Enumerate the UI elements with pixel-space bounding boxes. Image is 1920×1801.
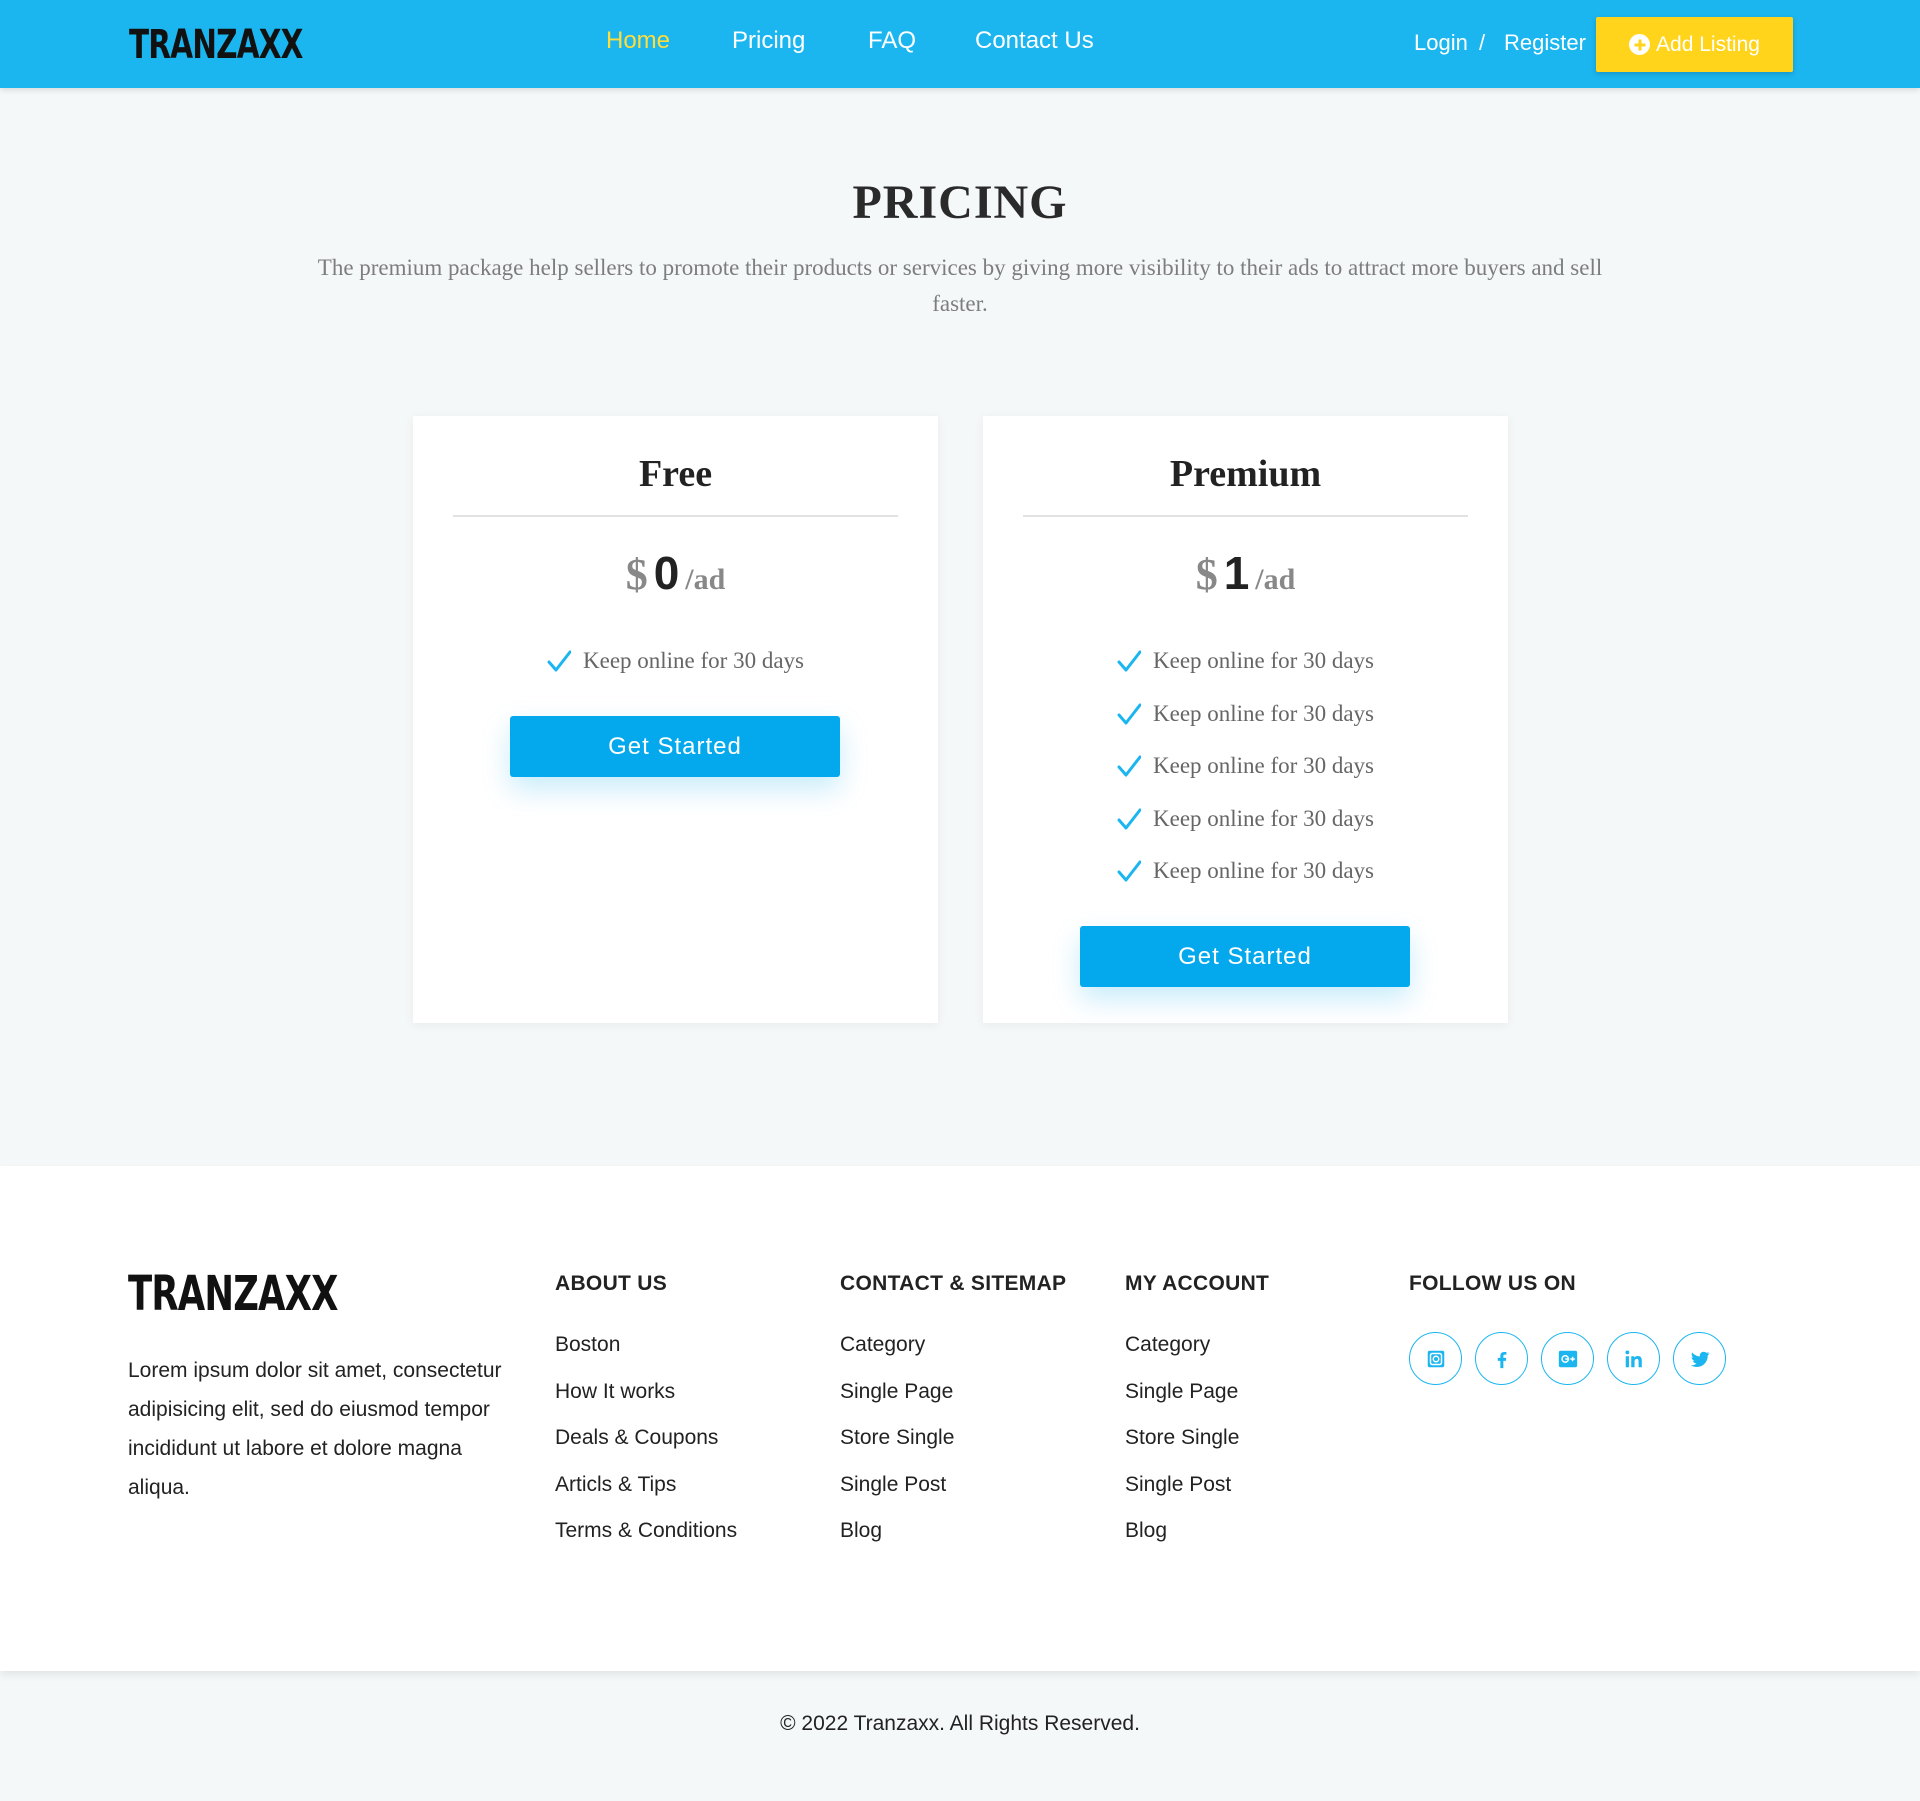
feature-item: Keep online for 30 days — [413, 648, 938, 701]
price-amount: 1 — [1223, 547, 1250, 599]
feature-label: Keep online for 30 days — [583, 648, 804, 673]
feature-item: Keep online for 30 days — [983, 648, 1508, 701]
footer-link[interactable]: Deals & Coupons — [555, 1426, 737, 1473]
footer-link[interactable]: Single Page — [840, 1380, 954, 1427]
feature-label: Keep online for 30 days — [1153, 648, 1374, 673]
page-subtitle: The premium package help sellers to prom… — [317, 255, 1603, 316]
auth-separator: / — [1479, 30, 1486, 55]
feature-label: Keep online for 30 days — [1153, 753, 1374, 778]
feature-label: Keep online for 30 days — [1153, 700, 1374, 726]
plan-name: Free — [638, 453, 713, 495]
instagram-icon — [1427, 1350, 1444, 1367]
check-icon — [547, 650, 571, 672]
footer-links-account: Category Single Page Store Single Single… — [1125, 1333, 1239, 1566]
price-currency: $ — [1195, 550, 1218, 599]
linkedin-button[interactable] — [1607, 1332, 1660, 1385]
twitter-button[interactable] — [1673, 1332, 1726, 1385]
linkedin-icon — [1624, 1349, 1642, 1367]
footer-link[interactable]: Articls & Tips — [555, 1473, 737, 1520]
feature-label: Keep online for 30 days — [1153, 858, 1374, 883]
check-icon — [1117, 650, 1141, 672]
footer-link[interactable]: Single Page — [1125, 1380, 1239, 1427]
card-divider — [453, 515, 898, 517]
facebook-icon — [1497, 1351, 1506, 1368]
nav-contact-us[interactable]: Contact Us — [975, 27, 1094, 55]
footer-description: Lorem ipsum dolor sit amet, consectetur … — [128, 1359, 502, 1499]
check-icon — [1117, 808, 1141, 829]
page-title: PRICING — [852, 176, 1068, 229]
footer-link[interactable]: Blog — [1125, 1519, 1239, 1566]
twitter-icon — [1690, 1351, 1710, 1367]
feature-list: Keep online for 30 days Keep online for … — [983, 648, 1508, 911]
footer-link[interactable]: Category — [840, 1333, 954, 1380]
site-footer: TRANZAXX Lorem ipsum dolor sit amet, con… — [0, 1166, 1920, 1671]
footer-links-about: Boston How It works Deals & Coupons Arti… — [555, 1333, 737, 1566]
register-link[interactable]: Register — [1504, 30, 1586, 56]
feature-item: Keep online for 30 days — [983, 858, 1508, 911]
plan-price: $1/ad — [983, 546, 1508, 600]
feature-list: Keep online for 30 days — [413, 648, 938, 701]
footer-link[interactable]: Single Post — [1125, 1473, 1239, 1520]
price-unit: /ad — [1255, 563, 1296, 596]
nav-pricing[interactable]: Pricing — [732, 27, 805, 55]
check-icon — [1117, 755, 1141, 777]
social-links — [1409, 1332, 1726, 1385]
footer-link[interactable]: Boston — [555, 1333, 737, 1380]
add-listing-label: Add Listing — [1656, 32, 1760, 56]
google-plus-icon — [1558, 1350, 1577, 1367]
feature-item: Keep online for 30 days — [983, 701, 1508, 754]
plan-name: Premium — [1169, 453, 1322, 495]
footer-link[interactable]: Single Post — [840, 1473, 954, 1520]
price-amount: 0 — [653, 547, 680, 599]
plus-circle-icon — [1629, 34, 1651, 55]
footer-heading-account: MY ACCOUNT — [1125, 1272, 1270, 1295]
feature-item: Keep online for 30 days — [983, 806, 1508, 859]
footer-link[interactable]: Category — [1125, 1333, 1239, 1380]
footer-logo[interactable]: TRANZAXX — [128, 1266, 338, 1322]
price-currency: $ — [625, 550, 648, 599]
footer-link[interactable]: Terms & Conditions — [555, 1519, 737, 1566]
footer-link[interactable]: Store Single — [840, 1426, 954, 1473]
nav-home[interactable]: Home — [606, 27, 670, 55]
copyright-text: © 2022 Tranzaxx. All Rights Reserved. — [780, 1712, 1140, 1735]
login-link[interactable]: Login — [1414, 30, 1468, 56]
get-started-button[interactable]: Get Started — [510, 716, 840, 777]
pricing-card-premium: Premium $1/ad Keep online for 30 days Ke… — [983, 416, 1508, 1023]
top-navbar: TRANZAXX Home Pricing FAQ Contact Us Log… — [0, 0, 1920, 88]
facebook-button[interactable] — [1475, 1332, 1528, 1385]
google-plus-button[interactable] — [1541, 1332, 1594, 1385]
nav-faq[interactable]: FAQ — [868, 27, 916, 55]
check-icon — [1117, 860, 1141, 882]
plan-price: $0/ad — [413, 546, 938, 600]
footer-link[interactable]: Blog — [840, 1519, 954, 1566]
card-divider — [1023, 515, 1468, 517]
footer-links-contact: Category Single Page Store Single Single… — [840, 1333, 954, 1566]
footer-heading-follow: FOLLOW US ON — [1409, 1272, 1576, 1295]
add-listing-button[interactable]: Add Listing — [1596, 17, 1793, 72]
pricing-card-free: Free $0/ad Keep online for 30 days Get S… — [413, 416, 938, 1023]
site-logo[interactable]: TRANZAXX — [129, 22, 303, 68]
footer-heading-contact: CONTACT & SITEMAP — [840, 1272, 1067, 1295]
footer-heading-about: ABOUT US — [555, 1272, 668, 1295]
get-started-button[interactable]: Get Started — [1080, 926, 1410, 987]
footer-link[interactable]: Store Single — [1125, 1426, 1239, 1473]
instagram-button[interactable] — [1409, 1332, 1462, 1385]
feature-label: Keep online for 30 days — [1153, 805, 1374, 831]
footer-link[interactable]: How It works — [555, 1380, 737, 1427]
check-icon — [1117, 703, 1141, 724]
feature-item: Keep online for 30 days — [983, 753, 1508, 806]
price-unit: /ad — [685, 563, 726, 596]
